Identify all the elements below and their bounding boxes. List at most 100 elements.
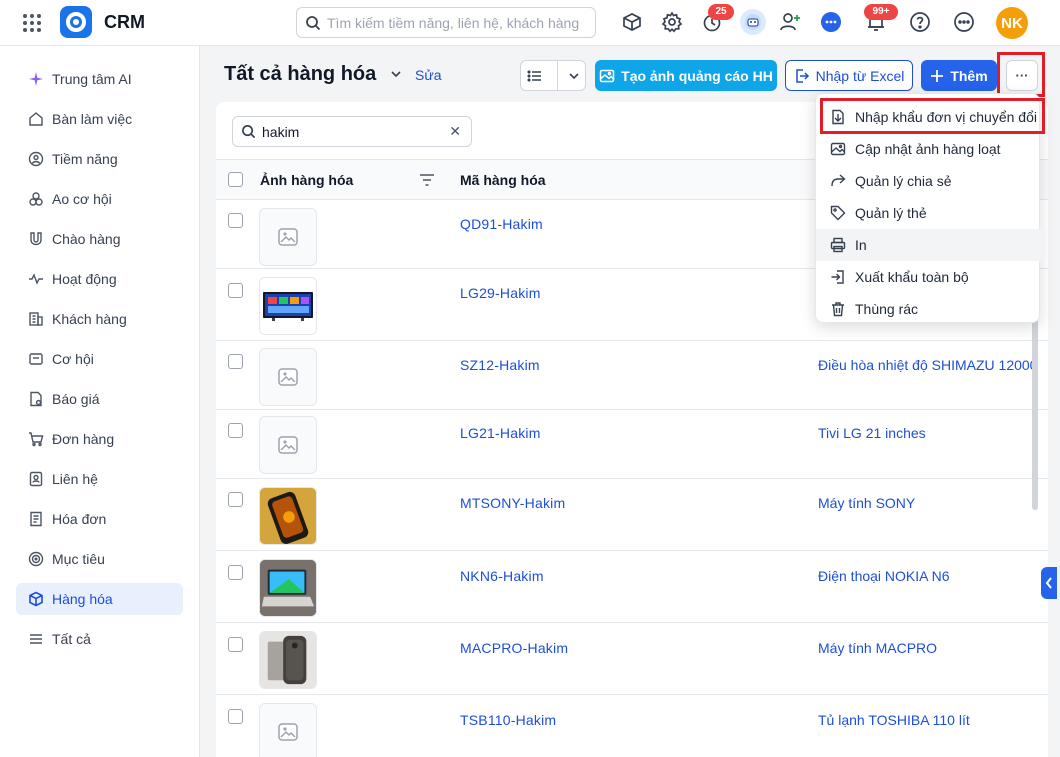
product-code-link[interactable]: MACPRO-Hakim — [460, 640, 568, 656]
image-placeholder-icon — [278, 723, 298, 741]
product-code-link[interactable]: NKN6-Hakim — [460, 568, 544, 584]
view-switcher[interactable] — [520, 60, 586, 91]
sidebar-item-opportunities[interactable]: Cơ hội — [16, 343, 183, 375]
table-row[interactable]: SZ12-Hakim Điều hòa nhiệt độ SHIMAZU 120… — [216, 341, 1048, 410]
menu-item-print[interactable]: In — [816, 229, 1041, 261]
opportunity-icon — [29, 353, 43, 365]
sidebar-item-opportunity-pool[interactable]: Ao cơ hội — [16, 183, 183, 215]
trash-icon — [832, 302, 844, 317]
global-search-input[interactable] — [327, 14, 587, 31]
sidebar-item-quotes[interactable]: Báo giá — [16, 383, 183, 415]
sidebar-item-goals[interactable]: Mục tiêu — [16, 543, 183, 575]
product-image-laptop — [259, 559, 317, 617]
sidebar-item-workspace[interactable]: Bàn làm việc — [16, 103, 183, 135]
crm-logo — [60, 6, 92, 38]
create-ad-image-button[interactable]: Tạo ảnh quảng cáo HH — [595, 60, 777, 91]
sidebar-item-products[interactable]: Hàng hóa — [16, 583, 183, 615]
sidebar-item-invoices[interactable]: Hóa đơn — [16, 503, 183, 535]
sidebar-item-label: Khách hàng — [52, 311, 127, 327]
clear-search-icon[interactable]: ✕ — [449, 123, 461, 140]
chat-icon[interactable] — [819, 10, 843, 34]
edit-view-link[interactable]: Sửa — [415, 67, 442, 83]
sparkle-icon — [29, 72, 43, 86]
menu-item-tag-management[interactable]: Quản lý thẻ — [816, 197, 1041, 229]
menu-item-label: Xuất khẩu toàn bộ — [855, 269, 969, 285]
side-panel-toggle[interactable] — [1041, 567, 1057, 599]
row-checkbox[interactable] — [228, 709, 243, 724]
table-row[interactable]: MACPRO-Hakim Máy tính MACPRO — [216, 623, 1048, 695]
product-code-link[interactable]: MTSONY-Hakim — [460, 495, 565, 511]
product-name-link[interactable]: Tủ lạnh TOSHIBA 110 lít — [818, 712, 970, 728]
notification-badge: 99+ — [864, 4, 898, 20]
sidebar-item-label: Chào hàng — [52, 231, 121, 247]
table-search-value[interactable]: hakim — [262, 124, 299, 140]
page-title: Tất cả hàng hóa — [224, 63, 377, 85]
sidebar-item-activities[interactable]: Hoạt động — [16, 263, 183, 295]
menu-item-export-all[interactable]: Xuất khẩu toàn bộ — [816, 261, 1041, 293]
sidebar-item-label: Hóa đơn — [52, 511, 107, 527]
image-placeholder-icon — [278, 228, 298, 246]
sidebar-item-all[interactable]: Tất cả — [16, 623, 183, 655]
sidebar: Trung tâm AI Bàn làm việc Tiềm năng Ao c… — [0, 46, 200, 757]
product-image-placeholder — [259, 416, 317, 474]
menu-item-bulk-image-update[interactable]: Cập nhật ảnh hàng loạt — [816, 133, 1041, 165]
product-name-link[interactable]: Điều hòa nhiệt độ SHIMAZU 12000 — [818, 357, 1037, 373]
table-row[interactable]: TSB110-Hakim Tủ lạnh TOSHIBA 110 lít — [216, 695, 1048, 757]
image-icon — [830, 142, 846, 156]
table-search[interactable]: hakim ✕ — [232, 116, 472, 147]
global-search[interactable] — [296, 7, 596, 38]
chevron-down-icon[interactable] — [390, 68, 402, 80]
sidebar-item-ai-center[interactable]: Trung tâm AI — [16, 63, 183, 95]
highlight-more-button — [997, 52, 1045, 97]
row-checkbox[interactable] — [228, 213, 243, 228]
filter-icon[interactable] — [419, 173, 435, 187]
menu-item-label: Thùng rác — [855, 301, 919, 317]
row-checkbox[interactable] — [228, 492, 243, 507]
product-name-link[interactable]: Máy tính SONY — [818, 495, 915, 511]
sidebar-item-customers[interactable]: Khách hàng — [16, 303, 183, 335]
product-code-link[interactable]: LG21-Hakim — [460, 425, 541, 441]
row-checkbox[interactable] — [228, 565, 243, 580]
sidebar-item-offers[interactable]: Chào hàng — [16, 223, 183, 255]
box-search-icon[interactable] — [620, 10, 644, 34]
sidebar-item-label: Báo giá — [52, 391, 100, 407]
sidebar-item-leads[interactable]: Tiềm năng — [16, 143, 183, 175]
building-icon — [29, 312, 43, 326]
table-row[interactable]: NKN6-Hakim Điện thoại NOKIA N6 — [216, 551, 1048, 623]
product-image-phone — [259, 487, 317, 545]
activity-icon — [29, 273, 43, 285]
select-all-checkbox[interactable] — [228, 172, 243, 187]
row-checkbox[interactable] — [228, 354, 243, 369]
product-code-link[interactable]: QD91-Hakim — [460, 216, 543, 232]
product-code-link[interactable]: LG29-Hakim — [460, 285, 541, 301]
menu-item-trash[interactable]: Thùng rác — [816, 293, 1041, 325]
menu-item-share-management[interactable]: Quản lý chia sẻ — [816, 165, 1041, 197]
product-name-link[interactable]: Máy tính MACPRO — [818, 640, 937, 656]
product-name-link[interactable]: Tivi LG 21 inches — [818, 425, 926, 441]
chevron-down-icon[interactable] — [568, 70, 580, 82]
table-row[interactable]: MTSONY-Hakim Máy tính SONY — [216, 479, 1048, 551]
sidebar-item-label: Hàng hóa — [52, 591, 113, 607]
import-icon — [795, 68, 809, 83]
table-row[interactable]: LG21-Hakim Tivi LG 21 inches — [216, 410, 1048, 479]
row-checkbox[interactable] — [228, 637, 243, 652]
robot-avatar-icon[interactable] — [740, 9, 766, 35]
search-icon — [242, 125, 256, 139]
list-view-icon[interactable] — [526, 68, 543, 84]
more-apps-icon[interactable] — [952, 10, 976, 34]
import-excel-label: Nhập từ Excel — [815, 67, 905, 84]
app-grid-icon[interactable] — [20, 11, 44, 35]
gear-icon[interactable] — [660, 10, 684, 34]
product-name-link[interactable]: Điện thoại NOKIA N6 — [818, 568, 950, 584]
product-code-link[interactable]: TSB110-Hakim — [460, 712, 556, 728]
add-user-icon[interactable] — [778, 10, 802, 34]
import-excel-button[interactable]: Nhập từ Excel — [785, 60, 913, 91]
row-checkbox[interactable] — [228, 423, 243, 438]
product-code-link[interactable]: SZ12-Hakim — [460, 357, 540, 373]
sidebar-item-contacts[interactable]: Liên hệ — [16, 463, 183, 495]
add-product-button[interactable]: Thêm — [921, 60, 997, 91]
sidebar-item-orders[interactable]: Đơn hàng — [16, 423, 183, 455]
user-avatar[interactable]: NK — [996, 7, 1028, 39]
row-checkbox[interactable] — [228, 283, 243, 298]
help-icon[interactable] — [908, 10, 932, 34]
